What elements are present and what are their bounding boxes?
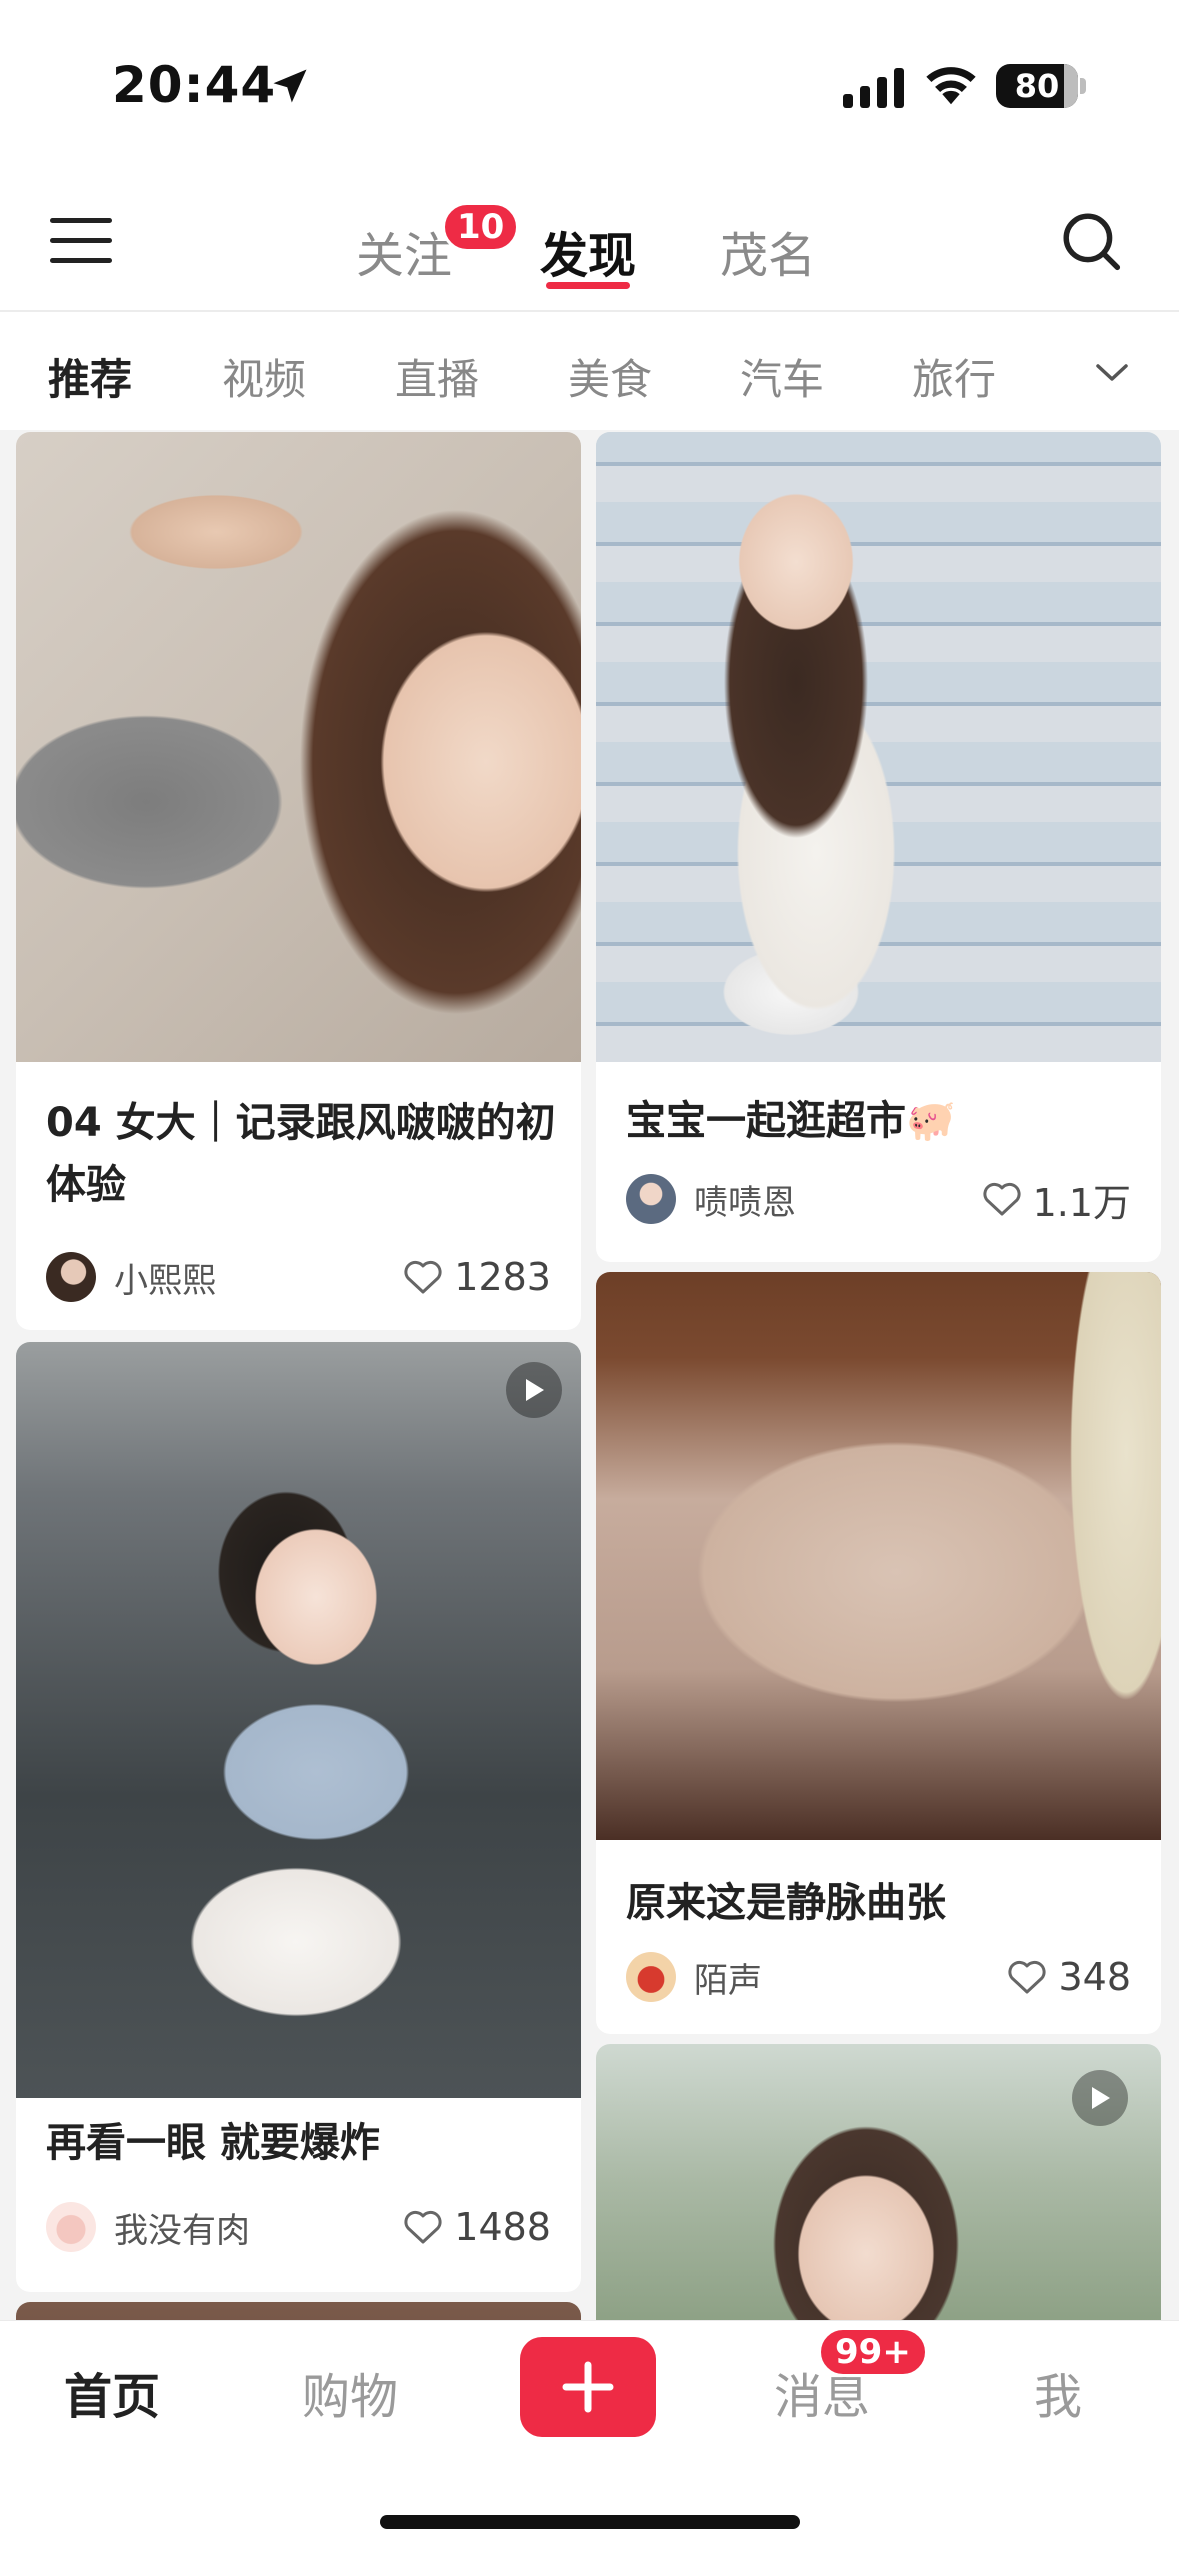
battery-icon: 80 bbox=[996, 64, 1078, 108]
avatar[interactable] bbox=[46, 2202, 96, 2252]
status-bar: 20:44 80 bbox=[0, 0, 1179, 170]
chevron-down-icon[interactable] bbox=[1092, 358, 1132, 386]
tab-city[interactable]: 茂名 bbox=[720, 216, 816, 286]
category-recommend[interactable]: 推荐 bbox=[48, 346, 132, 407]
author-name[interactable]: 我没有肉 bbox=[114, 2203, 402, 2252]
category-travel[interactable]: 旅行 bbox=[912, 346, 996, 407]
note-cover-image[interactable] bbox=[16, 1342, 581, 2098]
note-meta: 小熙熙 1283 bbox=[46, 1250, 551, 1304]
like-count: 1.1万 bbox=[1032, 1180, 1131, 1225]
note-meta: 我没有肉 1488 bbox=[46, 2200, 551, 2254]
category-live[interactable]: 直播 bbox=[395, 346, 479, 407]
heart-icon[interactable] bbox=[402, 2207, 444, 2247]
avatar[interactable] bbox=[46, 1252, 96, 1302]
battery-level: 80 bbox=[1014, 67, 1060, 105]
note-card[interactable] bbox=[596, 2044, 1161, 2320]
wifi-icon bbox=[926, 67, 976, 105]
note-title[interactable]: 再看一眼 就要爆炸 bbox=[46, 2112, 566, 2174]
note-cover-image[interactable] bbox=[596, 432, 1161, 1062]
follow-badge: 10 bbox=[442, 202, 520, 252]
note-meta: 啧啧恩 1.1万 bbox=[626, 1172, 1131, 1226]
note-card[interactable] bbox=[16, 2302, 581, 2320]
author-name[interactable]: 陌声 bbox=[694, 1953, 1006, 2002]
heart-icon[interactable] bbox=[402, 1257, 444, 1297]
status-time: 20:44 bbox=[112, 56, 277, 114]
location-arrow-icon bbox=[273, 69, 307, 103]
note-title[interactable]: 宝宝一起逛超市🐖 bbox=[626, 1090, 1146, 1152]
note-cover-image[interactable] bbox=[16, 432, 581, 1062]
tab-shop[interactable]: 购物 bbox=[302, 2357, 398, 2427]
tab-me[interactable]: 我 bbox=[1034, 2357, 1082, 2427]
note-card[interactable]: 宝宝一起逛超市🐖 啧啧恩 1.1万 bbox=[596, 432, 1161, 1262]
note-cover-image[interactable] bbox=[596, 1272, 1161, 1840]
category-bar: 推荐 视频 直播 美食 汽车 旅行 bbox=[0, 312, 1179, 430]
note-meta: 陌声 348 bbox=[626, 1950, 1131, 2004]
cellular-signal-icon bbox=[843, 64, 904, 108]
like-count: 1283 bbox=[454, 1255, 551, 1299]
bottom-tab-bar: 首页 购物 消息 99+ 我 bbox=[0, 2320, 1179, 2556]
avatar[interactable] bbox=[626, 1952, 676, 2002]
search-icon[interactable] bbox=[1060, 210, 1122, 272]
tab-home[interactable]: 首页 bbox=[64, 2357, 160, 2427]
note-card[interactable]: 原来这是静脉曲张 陌声 348 bbox=[596, 1272, 1161, 2034]
author-name[interactable]: 小熙熙 bbox=[114, 1253, 402, 1302]
home-indicator bbox=[380, 2515, 800, 2529]
note-card[interactable]: 04 女大｜记录跟风啵啵的初体验 小熙熙 1283 bbox=[16, 432, 581, 1330]
heart-icon[interactable] bbox=[981, 1179, 1023, 1219]
avatar[interactable] bbox=[626, 1174, 676, 1224]
note-cover-image[interactable] bbox=[16, 2302, 581, 2320]
tab-follow[interactable]: 关注 bbox=[356, 216, 452, 286]
video-play-icon bbox=[506, 1362, 562, 1418]
category-car[interactable]: 汽车 bbox=[740, 346, 824, 407]
plus-icon bbox=[562, 2361, 614, 2413]
app-screen: 20:44 80 关注 10 发现 茂名 推荐 视频 直播 美食 汽车 旅行 0… bbox=[0, 0, 1179, 2556]
active-tab-indicator bbox=[546, 282, 630, 289]
note-title[interactable]: 原来这是静脉曲张 bbox=[626, 1872, 1146, 1934]
like-count: 348 bbox=[1058, 1955, 1131, 1999]
category-video[interactable]: 视频 bbox=[222, 346, 306, 407]
add-post-button[interactable] bbox=[520, 2337, 656, 2437]
author-name[interactable]: 啧啧恩 bbox=[694, 1175, 981, 1224]
video-play-icon bbox=[1072, 2070, 1128, 2126]
feed: 04 女大｜记录跟风啵啵的初体验 小熙熙 1283 再看一眼 就要爆炸 我没有肉… bbox=[0, 430, 1179, 2320]
tab-discover[interactable]: 发现 bbox=[540, 216, 636, 286]
menu-icon[interactable] bbox=[50, 218, 112, 264]
battery-tip bbox=[1080, 78, 1086, 94]
messages-badge: 99+ bbox=[818, 2327, 928, 2377]
note-card[interactable]: 再看一眼 就要爆炸 我没有肉 1488 bbox=[16, 1342, 581, 2292]
like-count: 1488 bbox=[454, 2205, 551, 2249]
heart-icon[interactable] bbox=[1006, 1957, 1048, 1997]
category-food[interactable]: 美食 bbox=[568, 346, 652, 407]
top-navigation: 关注 10 发现 茂名 bbox=[0, 170, 1179, 312]
note-title[interactable]: 04 女大｜记录跟风啵啵的初体验 bbox=[46, 1092, 566, 1216]
